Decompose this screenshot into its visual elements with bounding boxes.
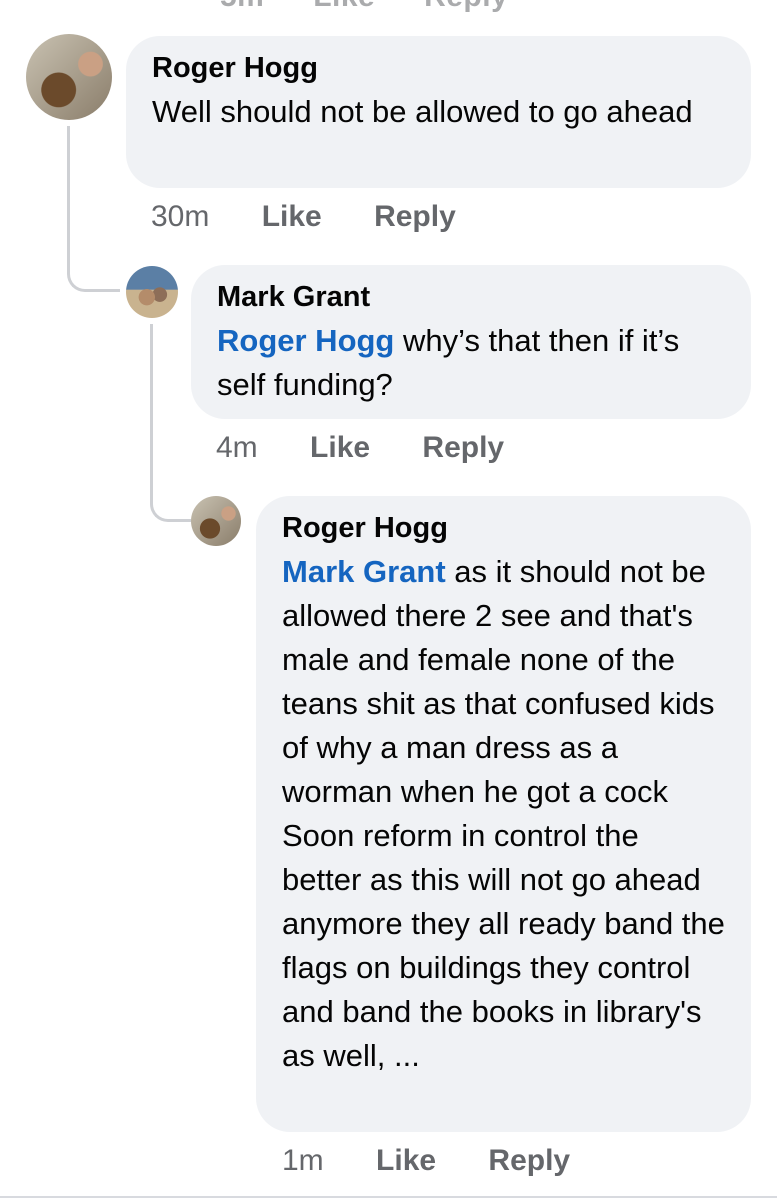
- thread-connector-1: [67, 126, 120, 292]
- thread-connector-2: [150, 324, 191, 522]
- comment-time[interactable]: 4m: [216, 431, 258, 464]
- comment-bubble: Roger Hogg Well should not be allowed to…: [126, 36, 751, 188]
- reply-button[interactable]: Reply: [374, 200, 456, 233]
- comment-author[interactable]: Roger Hogg: [152, 50, 725, 86]
- comment-time[interactable]: 30m: [151, 200, 209, 233]
- previous-like-button[interactable]: Like: [313, 0, 375, 13]
- previous-time: 5m: [220, 0, 264, 13]
- mention-link[interactable]: Mark Grant: [282, 554, 446, 589]
- like-button[interactable]: Like: [376, 1144, 436, 1177]
- like-button[interactable]: Like: [262, 200, 322, 233]
- comment-text: Roger Hogg why’s that then if it’s self …: [217, 323, 679, 402]
- avatar[interactable]: [126, 266, 178, 318]
- comment-actions: 4m Like Reply: [216, 431, 548, 465]
- comment-author[interactable]: Roger Hogg: [282, 510, 725, 546]
- divider: [0, 1196, 777, 1198]
- previous-reply-button[interactable]: Reply: [424, 0, 508, 13]
- avatar[interactable]: [26, 34, 112, 120]
- comment-author[interactable]: Mark Grant: [217, 279, 725, 315]
- comment-bubble: Mark Grant Roger Hogg why’s that then if…: [191, 265, 751, 419]
- reply-button[interactable]: Reply: [488, 1144, 570, 1177]
- avatar[interactable]: [191, 496, 241, 546]
- comment-actions: 1m Like Reply: [282, 1144, 614, 1178]
- comment-bubble: Roger Hogg Mark Grant as it should not b…: [256, 496, 751, 1132]
- comment-text: Well should not be allowed to go ahead: [152, 94, 693, 129]
- comment-actions: 30m Like Reply: [151, 200, 500, 234]
- comment-text: Mark Grant as it should not be allowed t…: [282, 554, 725, 1073]
- previous-comment-actions: 5m Like Reply: [220, 0, 548, 14]
- comment-time[interactable]: 1m: [282, 1144, 324, 1177]
- comment-body: as it should not be allowed there 2 see …: [282, 554, 725, 1073]
- mention-link[interactable]: Roger Hogg: [217, 323, 394, 358]
- like-button[interactable]: Like: [310, 431, 370, 464]
- reply-button[interactable]: Reply: [422, 431, 504, 464]
